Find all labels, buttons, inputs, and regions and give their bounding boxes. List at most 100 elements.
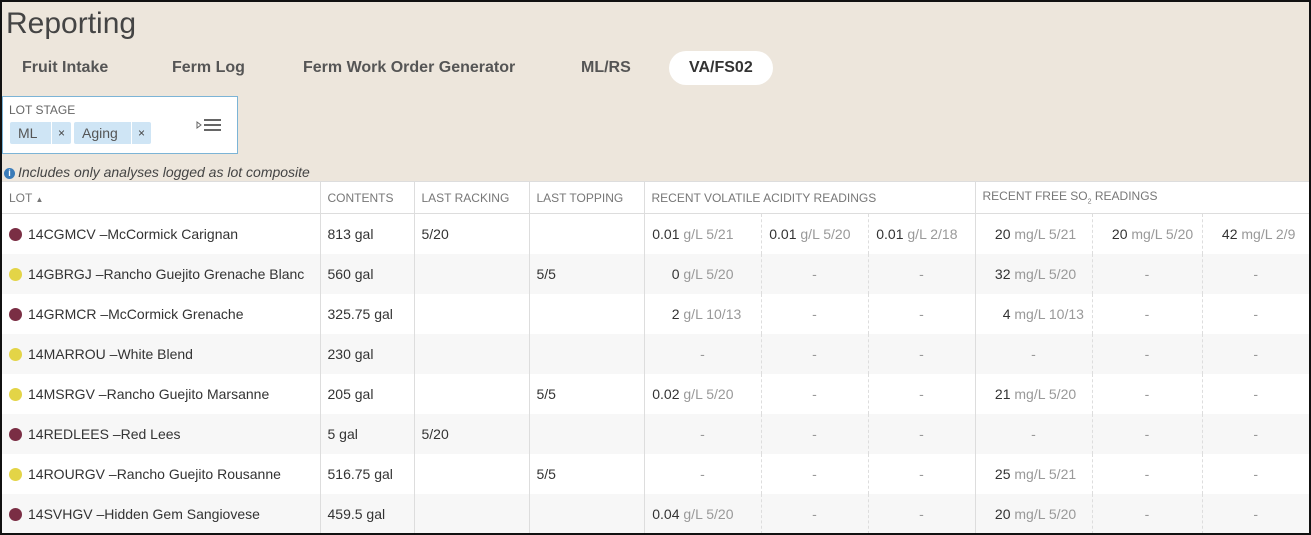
lot-name[interactable]: 14SVHGV –Hidden Gem Sangiovese xyxy=(28,506,260,522)
contents-cell: 516.75 gal xyxy=(320,453,415,494)
filter-chip-aging: Aging × xyxy=(74,122,151,144)
lot-name[interactable]: 14GBRGJ –Rancho Guejito Grenache Blanc xyxy=(28,266,304,282)
reading-unit: mg/L xyxy=(1014,465,1045,482)
reading-cell: - xyxy=(644,413,762,454)
reading-cell: 4 mg/L 10/13 xyxy=(975,293,1093,334)
empty-reading: - xyxy=(1253,505,1259,522)
table-header: LOT ▲ CONTENTS LAST RACKING LAST TOPPING… xyxy=(2,181,1309,214)
reading-date: 5/20 xyxy=(1048,385,1077,402)
last-racking-cell xyxy=(414,333,530,374)
reading-cell: 20 mg/L 5/21 xyxy=(975,213,1093,254)
filter-label: LOT STAGE xyxy=(9,103,76,117)
empty-reading: - xyxy=(919,345,924,362)
empty-reading: - xyxy=(919,465,924,482)
lot-name[interactable]: 14ROURGV –Rancho Guejito Rousanne xyxy=(28,466,281,482)
reading-unit: mg/L xyxy=(1014,265,1045,282)
reading-cell: - xyxy=(1202,493,1309,533)
chip-remove-icon[interactable]: × xyxy=(131,122,151,144)
lot-name[interactable]: 14REDLEES –Red Lees xyxy=(28,426,181,442)
tab-va-fso2[interactable]: VA/FS02 xyxy=(669,51,773,85)
column-header-contents[interactable]: CONTENTS xyxy=(320,181,415,214)
reading-date: 5/21 xyxy=(706,225,734,242)
report-window: Reporting Fruit Intake Ferm Log Ferm Wor… xyxy=(0,0,1311,535)
lot-name[interactable]: 14MSRGV –Rancho Guejito Marsanne xyxy=(28,386,269,402)
last-racking-cell xyxy=(414,293,530,334)
reading-value: 0.04 xyxy=(652,505,680,522)
table-row[interactable]: 14CGMCV –McCormick Carignan 813 gal 5/20 0.… xyxy=(2,213,1309,254)
empty-reading: - xyxy=(1253,305,1259,322)
reading-cell: - xyxy=(868,373,976,414)
reading-cell: - xyxy=(1092,413,1203,454)
reading-value: 0.01 xyxy=(876,225,904,242)
empty-reading: - xyxy=(919,305,924,322)
reading-value: 20 xyxy=(1111,225,1128,242)
table-row[interactable]: 14GBRGJ –Rancho Guejito Grenache Blanc 56… xyxy=(2,253,1309,294)
reading-value: 21 xyxy=(994,385,1011,402)
reading-unit: mg/L xyxy=(1014,225,1045,242)
empty-reading: - xyxy=(1144,385,1150,402)
page-title: Reporting xyxy=(6,7,137,40)
table-row[interactable]: 14MSRGV –Rancho Guejito Marsanne 205 gal 5… xyxy=(2,373,1309,414)
tab-ferm-work-order-generator[interactable]: Ferm Work Order Generator xyxy=(283,51,535,85)
lot-name[interactable]: 14CGMCV –McCormick Carignan xyxy=(28,226,238,242)
table-row[interactable]: 14ROURGV –Rancho Guejito Rousanne 516.75 … xyxy=(2,453,1309,494)
lot-name[interactable]: 14GRMCR –McCormick Grenache xyxy=(28,306,244,322)
column-header-lot[interactable]: LOT ▲ xyxy=(2,181,321,214)
contents-cell: 813 gal xyxy=(320,213,415,254)
reading-cell: - xyxy=(1202,253,1309,294)
composite-note: i Includes only analyses logged as lot co… xyxy=(4,164,310,180)
reading-date: 2/18 xyxy=(930,225,958,242)
empty-reading: - xyxy=(919,265,924,282)
lot-cell: 14MARROU –White Blend xyxy=(2,333,321,374)
wine-color-dot-icon xyxy=(9,507,22,521)
lot-cell: 14REDLEES –Red Lees xyxy=(2,413,321,454)
chip-remove-icon[interactable]: × xyxy=(51,122,71,144)
reading-cell: - xyxy=(975,413,1093,454)
tab-ferm-log[interactable]: Ferm Log xyxy=(152,51,265,85)
reading-unit: mg/L xyxy=(1131,225,1162,242)
empty-reading: - xyxy=(1144,265,1150,282)
column-header-last-topping[interactable]: LAST TOPPING xyxy=(529,181,645,214)
reading-cell: 0.01 g/L 5/21 xyxy=(644,213,762,254)
header-area: Reporting Fruit Intake Ferm Log Ferm Wor… xyxy=(2,2,1309,181)
reading-cell: - xyxy=(868,333,976,374)
reading-date: 10/13 xyxy=(1048,305,1084,322)
empty-reading: - xyxy=(1144,505,1150,522)
lot-cell: 14CGMCV –McCormick Carignan xyxy=(2,213,321,254)
lot-stage-filter[interactable]: LOT STAGE ML × Aging × xyxy=(2,96,238,154)
last-topping-cell xyxy=(529,293,645,334)
table-row[interactable]: 14MARROU –White Blend 230 gal - - - - - - xyxy=(2,333,1309,374)
reading-cell: - xyxy=(868,413,976,454)
contents-cell: 205 gal xyxy=(320,373,415,414)
reading-value: 0.01 xyxy=(769,225,797,242)
reading-date: 5/20 xyxy=(823,225,851,242)
tab-fruit-intake[interactable]: Fruit Intake xyxy=(2,51,128,85)
reading-cell: - xyxy=(868,253,976,294)
table-row[interactable]: 14REDLEES –Red Lees 5 gal 5/20 - - - - - - xyxy=(2,413,1309,454)
tab-ml-rs[interactable]: ML/RS xyxy=(561,51,651,85)
reading-cell: - xyxy=(644,333,762,374)
empty-reading: - xyxy=(1144,425,1150,442)
reading-cell: - xyxy=(761,253,869,294)
reading-cell: 25 mg/L 5/21 xyxy=(975,453,1093,494)
reading-cell: - xyxy=(1092,333,1203,374)
lot-cell: 14SVHGV –Hidden Gem Sangiovese xyxy=(2,493,321,533)
last-racking-cell xyxy=(414,493,530,533)
reading-date: 5/20 xyxy=(706,385,734,402)
readings-table: LOT ▲ CONTENTS LAST RACKING LAST TOPPING… xyxy=(2,181,1309,533)
reading-value: 20 xyxy=(994,505,1011,522)
reading-value: 32 xyxy=(994,265,1011,282)
lot-cell: 14GBRGJ –Rancho Guejito Grenache Blanc xyxy=(2,253,321,294)
reading-value: 0.01 xyxy=(652,225,680,242)
info-icon: i xyxy=(4,168,15,179)
column-header-last-racking[interactable]: LAST RACKING xyxy=(414,181,530,214)
empty-reading: - xyxy=(1253,425,1259,442)
reading-cell: - xyxy=(868,493,976,533)
filter-menu-icon[interactable] xyxy=(196,117,224,133)
reading-cell: - xyxy=(1202,454,1309,494)
table-row[interactable]: 14SVHGV –Hidden Gem Sangiovese 459.5 gal 0… xyxy=(2,493,1309,533)
last-topping-cell xyxy=(529,213,645,254)
lot-name[interactable]: 14MARROU –White Blend xyxy=(28,346,193,362)
last-topping-cell: 5/5 xyxy=(529,253,645,294)
table-row[interactable]: 14GRMCR –McCormick Grenache 325.75 gal 2 g… xyxy=(2,293,1309,334)
